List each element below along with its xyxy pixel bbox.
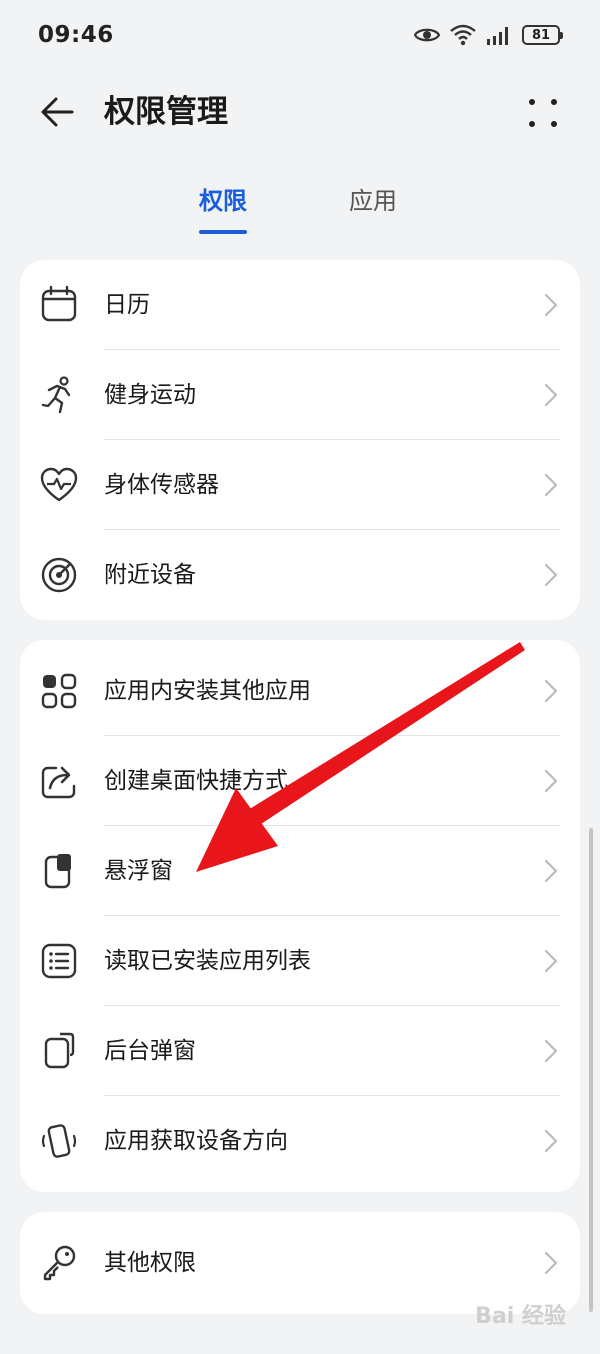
permission-item-body-sensors[interactable]: 身体传感器 [20,440,580,530]
status-icons: 81 [414,24,563,46]
item-label: 身体传感器 [104,472,219,498]
permission-item-install-apps[interactable]: 应用内安装其他应用 [20,646,580,736]
apps-grid-icon [41,673,77,709]
device-orientation-icon [41,1124,77,1158]
eye-icon [414,28,440,42]
chevron-right-icon [544,293,558,317]
item-label: 健身运动 [104,382,196,408]
chevron-right-icon [544,1251,558,1275]
scrollbar[interactable] [589,828,593,1312]
item-label: 创建桌面快捷方式 [104,768,288,794]
item-label: 应用内安装其他应用 [104,678,311,704]
tab-bar: 权限 应用 [0,176,600,236]
chevron-right-icon [544,1039,558,1063]
tab-active-indicator [199,230,247,234]
permission-item-floating-window[interactable]: 悬浮窗 [20,826,580,916]
permission-item-calendar[interactable]: 日历 [20,260,580,350]
tab-permissions[interactable]: 权限 [199,184,247,234]
calendar-icon [41,286,77,322]
permission-item-background-popup[interactable]: 后台弹窗 [20,1006,580,1096]
heart-rate-icon [40,467,78,502]
battery-icon: 81 [522,25,563,45]
tab-label: 应用 [349,187,397,215]
chevron-right-icon [544,769,558,793]
watermark: Bai 经验 [475,1304,566,1329]
chevron-right-icon [544,949,558,973]
app-header: 权限管理 [0,76,600,148]
key-icon [43,1245,76,1281]
status-time: 09:46 [38,22,114,48]
permission-item-read-app-list[interactable]: 读取已安装应用列表 [20,916,580,1006]
permission-group-1: 日历 健身运动 身体传感器 附近设备 [20,260,580,620]
item-label: 后台弹窗 [104,1038,196,1064]
back-arrow-icon[interactable] [36,90,80,134]
page-title: 权限管理 [104,94,228,130]
signal-icon [487,27,508,45]
permission-item-fitness[interactable]: 健身运动 [20,350,580,440]
permission-item-desktop-shortcut[interactable]: 创建桌面快捷方式 [20,736,580,826]
item-label: 悬浮窗 [104,858,173,884]
running-icon [41,376,71,414]
tab-label: 权限 [199,187,247,215]
nearby-devices-icon [41,557,77,593]
item-label: 日历 [104,292,150,318]
item-label: 其他权限 [104,1250,196,1276]
status-bar: 09:46 81 [0,0,600,76]
list-icon [41,943,77,979]
tab-apps[interactable]: 应用 [349,184,397,218]
item-label: 附近设备 [104,562,196,588]
permission-item-nearby-devices[interactable]: 附近设备 [20,530,580,620]
item-label: 应用获取设备方向 [104,1128,288,1154]
chevron-right-icon [544,859,558,883]
chevron-right-icon [544,383,558,407]
permission-item-device-orientation[interactable]: 应用获取设备方向 [20,1096,580,1186]
wifi-icon [450,24,476,46]
chevron-right-icon [544,679,558,703]
permission-group-2: 应用内安装其他应用 创建桌面快捷方式 悬浮窗 读取已安装应用列表 后台弹窗 应用… [20,640,580,1192]
floating-window-icon [44,854,71,889]
battery-level: 81 [531,27,551,43]
chevron-right-icon [544,473,558,497]
shortcut-icon [41,766,76,799]
chevron-right-icon [544,1129,558,1153]
background-popup-icon [44,1032,75,1069]
permission-item-other[interactable]: 其他权限 [20,1218,580,1308]
item-label: 读取已安装应用列表 [104,948,311,974]
more-icon[interactable] [526,96,560,130]
chevron-right-icon [544,563,558,587]
